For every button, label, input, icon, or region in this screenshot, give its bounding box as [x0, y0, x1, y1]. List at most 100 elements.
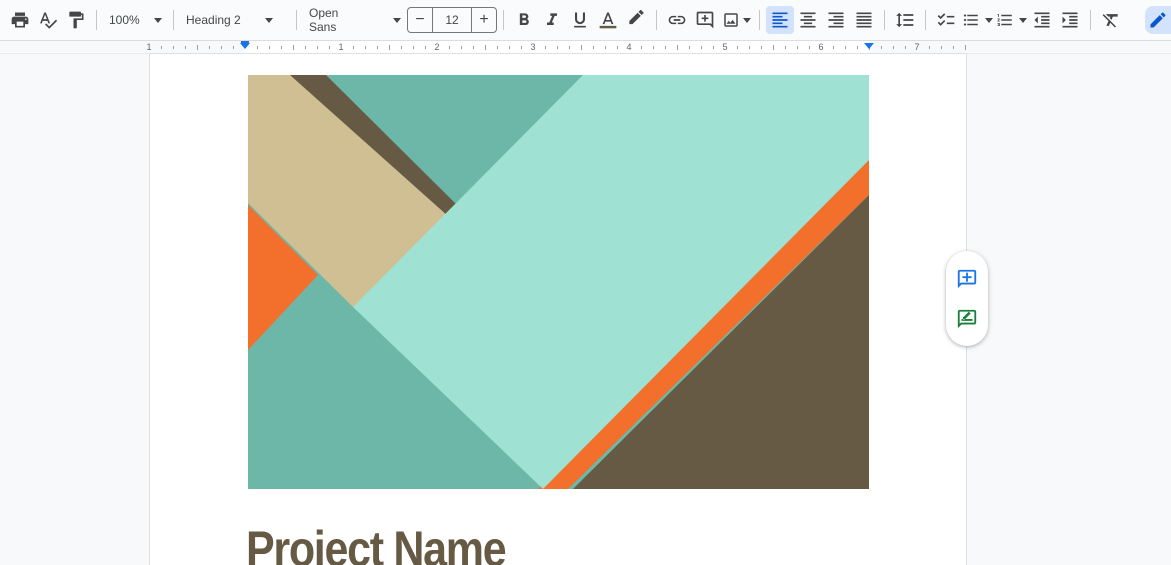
ruler-tick: [233, 46, 234, 49]
zoom-select[interactable]: 100%: [103, 6, 167, 34]
font-value: Open Sans: [309, 6, 339, 34]
link-icon[interactable]: [663, 6, 691, 34]
text-color-icon[interactable]: [594, 6, 622, 34]
toolbar-divider: [759, 10, 760, 30]
chevron-down-icon: [153, 17, 162, 23]
increase-font-size-button[interactable]: +: [472, 8, 496, 32]
suggest-edit-icon[interactable]: [955, 307, 979, 331]
align-right-icon[interactable]: [822, 6, 850, 34]
ruler-tick: [221, 46, 222, 49]
cover-image[interactable]: [248, 75, 869, 489]
ruler-tick: [881, 46, 882, 49]
font-select[interactable]: Open Sans: [303, 6, 407, 34]
ruler-tick: [185, 46, 186, 49]
add-comment-icon[interactable]: [691, 6, 719, 34]
toolbar-divider: [925, 10, 926, 30]
ruler[interactable]: 1 1 2 3 4 5 6 7: [0, 40, 1171, 54]
print-icon[interactable]: [6, 6, 34, 34]
clear-formatting-icon[interactable]: [1097, 6, 1125, 34]
chevron-down-icon: [1018, 17, 1027, 23]
ruler-number: 1: [338, 42, 344, 52]
insert-image-icon[interactable]: [719, 6, 753, 34]
bold-icon[interactable]: [510, 6, 538, 34]
align-center-icon[interactable]: [794, 6, 822, 34]
zoom-value: 100%: [109, 13, 140, 27]
ruler-tick: [389, 45, 390, 50]
underline-icon[interactable]: [566, 6, 594, 34]
ruler-tick: [557, 46, 558, 49]
document-title[interactable]: Project Name: [246, 520, 507, 565]
ruler-tick: [653, 46, 654, 49]
add-comment-icon[interactable]: [955, 267, 979, 291]
ruler-tick: [641, 46, 642, 49]
right-indent-marker[interactable]: [864, 43, 874, 49]
ruler-tick: [941, 46, 942, 49]
toolbar-divider: [1090, 10, 1091, 30]
ruler-tick: [809, 46, 810, 49]
ruler-tick: [677, 45, 678, 50]
ruler-tick: [209, 46, 210, 49]
font-size-input[interactable]: 12: [432, 8, 472, 32]
side-action-panel: [946, 251, 988, 346]
toolbar-divider: [296, 10, 297, 30]
ruler-tick: [449, 46, 450, 49]
ruler-tick: [581, 45, 582, 50]
ruler-tick: [485, 45, 486, 50]
ruler-tick: [317, 46, 318, 49]
cover-image-graphic: [248, 75, 869, 489]
ruler-tick: [845, 46, 846, 49]
ruler-tick: [509, 46, 510, 49]
ruler-tick: [497, 46, 498, 49]
spellcheck-icon[interactable]: [34, 6, 62, 34]
ruler-number: 5: [722, 42, 728, 52]
paragraph-style-select[interactable]: Heading 2: [180, 6, 290, 34]
ruler-number: 7: [914, 42, 920, 52]
ruler-number: 2: [434, 42, 440, 52]
line-spacing-icon[interactable]: [891, 6, 919, 34]
chevron-down-icon: [264, 17, 273, 23]
paragraph-style-value: Heading 2: [186, 13, 241, 27]
ruler-tick: [797, 46, 798, 49]
ruler-tick: [617, 46, 618, 49]
align-justify-icon[interactable]: [850, 6, 878, 34]
toolbar-divider: [96, 10, 97, 30]
ruler-tick: [353, 46, 354, 49]
ruler-tick: [329, 46, 330, 49]
editing-mode-icon[interactable]: [1145, 6, 1171, 34]
decrease-indent-icon[interactable]: [1028, 6, 1056, 34]
ruler-tick: [737, 46, 738, 49]
font-size-stepper: − 12 +: [407, 7, 497, 33]
ruler-tick: [521, 46, 522, 49]
ruler-tick: [161, 46, 162, 49]
italic-icon[interactable]: [538, 6, 566, 34]
ruler-tick: [857, 46, 858, 49]
numbered-list-icon[interactable]: [994, 6, 1028, 34]
ruler-tick: [749, 46, 750, 49]
ruler-tick: [293, 45, 294, 50]
decrease-font-size-button[interactable]: −: [408, 8, 432, 32]
ruler-tick: [545, 46, 546, 49]
document-page[interactable]: Project Name: [150, 54, 966, 565]
paint-format-icon[interactable]: [62, 6, 90, 34]
ruler-tick: [365, 46, 366, 49]
left-indent-marker[interactable]: [240, 43, 250, 49]
ruler-tick: [305, 46, 306, 49]
ruler-tick: [425, 46, 426, 49]
align-left-icon[interactable]: [766, 6, 794, 34]
ruler-tick: [473, 46, 474, 49]
ruler-tick: [269, 46, 270, 49]
checklist-icon[interactable]: [932, 6, 960, 34]
ruler-tick: [785, 46, 786, 49]
toolbar-divider: [884, 10, 885, 30]
highlight-icon[interactable]: [622, 6, 650, 34]
ruler-tick: [965, 45, 966, 50]
ruler-tick: [377, 46, 378, 49]
increase-indent-icon[interactable]: [1056, 6, 1084, 34]
ruler-number: 1: [146, 42, 152, 52]
chevron-down-icon: [742, 17, 751, 23]
ruler-tick: [689, 46, 690, 49]
ruler-tick: [773, 45, 774, 50]
toolbar-divider: [173, 10, 174, 30]
bulleted-list-icon[interactable]: [960, 6, 994, 34]
ruler-tick: [833, 46, 834, 49]
